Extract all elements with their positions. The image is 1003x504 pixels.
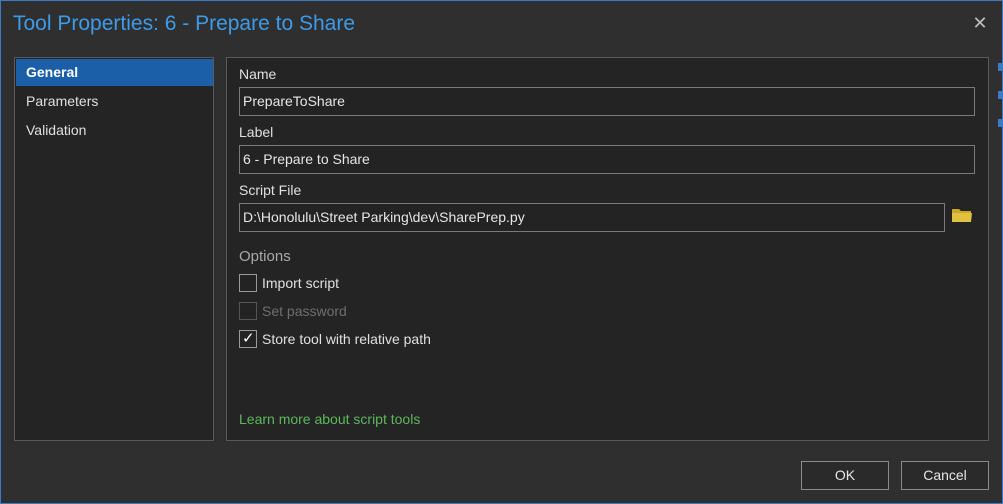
general-panel: Name PrepareToShare Label 6 - Prepare to… [226,57,989,441]
nav-item-general[interactable]: General [16,59,213,86]
dialog-title: Tool Properties: 6 - Prepare to Share [13,12,356,35]
set-password-label: Set password [262,303,347,319]
options-heading: Options [239,248,291,265]
edge-marker [998,91,1002,99]
title-bar: Tool Properties: 6 - Prepare to Share ✕ [1,1,1002,49]
script-file-label: Script File [239,182,302,198]
checkmark-icon: ✓ [242,330,255,347]
relative-path-checkbox[interactable]: ✓ [239,330,257,348]
cancel-button[interactable]: Cancel [901,461,989,490]
name-label: Name [239,66,277,82]
edge-marker [998,119,1002,127]
nav-item-parameters[interactable]: Parameters [16,88,213,115]
learn-more-link[interactable]: Learn more about script tools [239,411,420,427]
script-file-field[interactable]: D:\Honolulu\Street Parking\dev\SharePrep… [239,203,945,232]
import-script-checkbox[interactable] [239,274,257,292]
label-field[interactable]: 6 - Prepare to Share [239,145,975,174]
label-label: Label [239,124,274,140]
relative-path-checkbox-row[interactable]: ✓ Store tool with relative path [239,330,431,348]
import-script-checkbox-row[interactable]: Import script [239,274,339,292]
import-script-label: Import script [262,275,340,291]
set-password-checkbox [239,302,257,320]
edge-marker [998,63,1002,71]
ok-button[interactable]: OK [801,461,889,490]
name-field[interactable]: PrepareToShare [239,87,975,116]
relative-path-label: Store tool with relative path [262,331,431,347]
tool-properties-dialog: Tool Properties: 6 - Prepare to Share ✕ … [0,0,1003,504]
properties-nav: General Parameters Validation [14,57,214,441]
close-icon[interactable]: ✕ [970,13,990,33]
nav-item-validation[interactable]: Validation [16,117,213,144]
folder-icon[interactable] [951,206,973,224]
set-password-checkbox-row: Set password [239,302,347,320]
